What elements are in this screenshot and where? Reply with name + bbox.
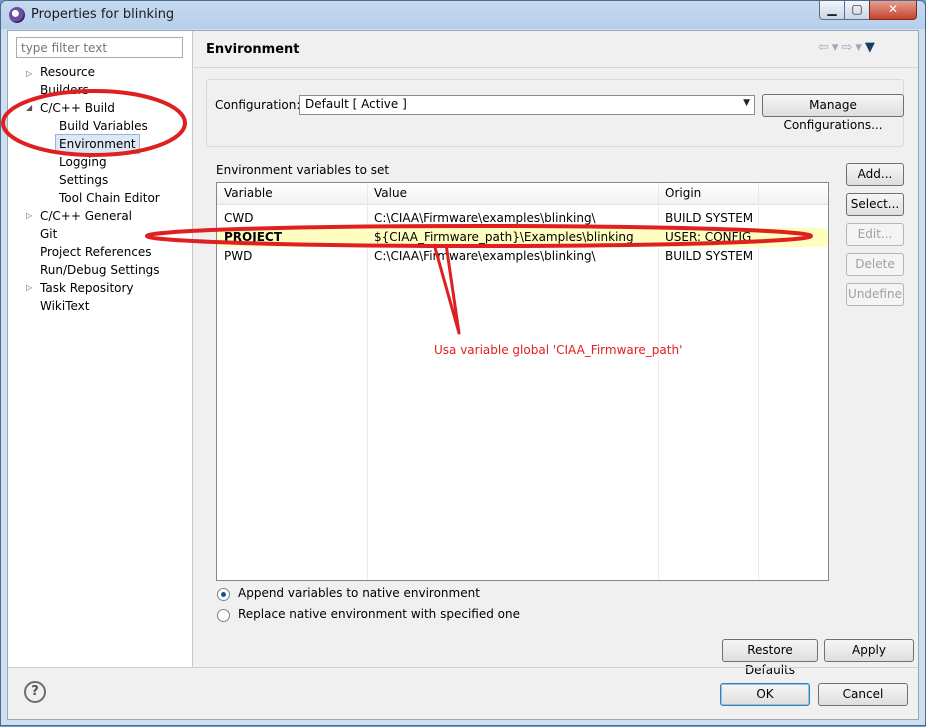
title-bar[interactable]: Properties for blinking ▁ ▢ ✕	[1, 1, 925, 29]
delete-button[interactable]: Delete	[846, 253, 904, 276]
tree-item-git[interactable]: Git	[40, 225, 57, 243]
chevron-down-icon[interactable]: ▾	[832, 40, 842, 55]
divider	[194, 67, 918, 68]
page-title: Environment	[206, 42, 300, 57]
env-vars-table[interactable]: Variable Value Origin CWD C:\CIAA\Firmwa…	[216, 182, 829, 581]
replace-label[interactable]: Replace native environment with specifie…	[238, 607, 520, 621]
tree-item-tool-chain-editor[interactable]: Tool Chain Editor	[59, 189, 160, 207]
tree-item-run-debug-settings[interactable]: Run/Debug Settings	[40, 261, 160, 279]
view-menu-icon[interactable]: ▼	[865, 40, 878, 55]
tree-item-logging[interactable]: Logging	[59, 153, 107, 171]
apply-button[interactable]: Apply	[824, 639, 914, 662]
tree-item-cpp-general[interactable]: C/C++ General	[40, 207, 132, 225]
add-button[interactable]: Add...	[846, 163, 904, 186]
ok-button[interactable]: OK	[720, 683, 810, 706]
cell-variable: PWD	[224, 249, 253, 263]
table-header: Variable Value Origin	[217, 183, 828, 205]
tree-item-wikitext[interactable]: WikiText	[40, 297, 90, 315]
left-pane: ▷ Resource Builders ◢ C/C++ Build Build …	[8, 31, 193, 667]
table-row-highlighted[interactable]: PROJECT ${CIAA_Firmware_path}\Examples\b…	[217, 228, 828, 247]
expand-icon[interactable]: ▷	[26, 65, 36, 83]
eclipse-icon	[9, 7, 25, 23]
cell-variable: CWD	[224, 211, 254, 225]
help-icon[interactable]: ?	[24, 681, 46, 703]
cell-origin: USER: CONFIG	[665, 230, 752, 244]
annotation-text: Usa variable global 'CIAA_Firmware_path'	[434, 343, 683, 357]
tree-item-builders[interactable]: Builders	[40, 81, 89, 99]
replace-radio[interactable]	[217, 609, 230, 622]
tree-item-build-variables[interactable]: Build Variables	[59, 117, 148, 135]
minimize-button[interactable]: ▁	[819, 1, 845, 20]
cancel-button[interactable]: Cancel	[818, 683, 908, 706]
close-button[interactable]: ✕	[869, 1, 917, 20]
column-header-variable[interactable]: Variable	[224, 186, 273, 200]
column-header-origin[interactable]: Origin	[665, 186, 701, 200]
tree-item-settings[interactable]: Settings	[59, 171, 108, 189]
restore-defaults-button[interactable]: Restore Defaults	[722, 639, 818, 677]
filter-input[interactable]	[16, 37, 183, 58]
configuration-value: Default [ Active ]	[305, 97, 407, 111]
manage-configurations-button[interactable]: Manage Configurations...	[762, 94, 904, 132]
cell-value: C:\CIAA\Firmware\examples\blinking\	[374, 211, 596, 225]
window-title: Properties for blinking	[31, 7, 175, 22]
expand-icon[interactable]: ▷	[26, 279, 36, 297]
tree-item-task-repository[interactable]: Task Repository	[40, 279, 134, 297]
properties-window: Properties for blinking ▁ ▢ ✕ ▷ Resource…	[0, 0, 926, 726]
append-radio[interactable]	[217, 588, 230, 601]
column-header-value[interactable]: Value	[374, 186, 407, 200]
env-vars-label: Environment variables to set	[216, 163, 390, 177]
chevron-down-icon[interactable]: ▾	[855, 40, 865, 55]
configuration-group: Configuration: Default [ Active ] ▼ Mana…	[206, 79, 904, 147]
maximize-button[interactable]: ▢	[844, 1, 870, 20]
collapse-icon[interactable]: ◢	[26, 99, 36, 117]
table-row[interactable]: PWD C:\CIAA\Firmware\examples\blinking\ …	[217, 247, 828, 266]
cell-origin: BUILD SYSTEM	[665, 249, 754, 263]
page-navigation: ⇦▾⇨▾▼	[818, 40, 878, 55]
divider	[8, 667, 918, 668]
tree-item-project-references[interactable]: Project References	[40, 243, 152, 261]
back-arrow-icon[interactable]: ⇦	[818, 40, 832, 55]
cell-origin: BUILD SYSTEM	[665, 211, 754, 225]
tree-item-cpp-build[interactable]: C/C++ Build	[40, 99, 115, 117]
chevron-down-icon: ▼	[743, 98, 750, 108]
tree-item-environment[interactable]: Environment	[55, 134, 140, 154]
cell-variable: PROJECT	[224, 230, 282, 244]
configuration-label: Configuration:	[215, 98, 301, 112]
expand-icon[interactable]: ▷	[26, 207, 36, 225]
undefine-button[interactable]: Undefine	[846, 283, 904, 306]
cell-value: C:\CIAA\Firmware\examples\blinking\	[374, 249, 596, 263]
select-button[interactable]: Select...	[846, 193, 904, 216]
edit-button[interactable]: Edit...	[846, 223, 904, 246]
forward-arrow-icon[interactable]: ⇨	[841, 40, 855, 55]
append-label[interactable]: Append variables to native environment	[238, 586, 480, 600]
dialog-client: ▷ Resource Builders ◢ C/C++ Build Build …	[7, 30, 919, 720]
cell-value: ${CIAA_Firmware_path}\Examples\blinking	[374, 230, 634, 244]
table-row[interactable]: CWD C:\CIAA\Firmware\examples\blinking\ …	[217, 209, 828, 228]
tree-item-resource[interactable]: Resource	[40, 63, 95, 81]
configuration-select[interactable]: Default [ Active ] ▼	[299, 95, 755, 115]
